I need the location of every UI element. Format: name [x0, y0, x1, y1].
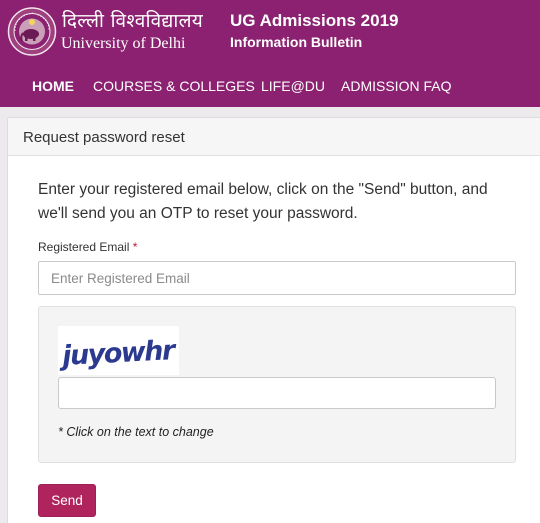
- reset-panel: Request password reset Enter your regist…: [7, 117, 540, 523]
- main-nav: HOME COURSES & COLLEGES LIFE@DU ADMISSIO…: [0, 72, 540, 100]
- nav-admission-faq[interactable]: ADMISSION FAQ: [341, 78, 451, 94]
- captcha-hint: * Click on the text to change: [58, 425, 214, 439]
- email-label-text: Registered Email: [38, 240, 130, 254]
- email-label: Registered Email *: [38, 240, 137, 254]
- page-subtitle: Information Bulletin: [230, 34, 363, 50]
- send-button[interactable]: Send: [38, 484, 96, 517]
- nav-life-at-du[interactable]: LIFE@DU: [261, 78, 325, 94]
- logo-english-text: University of Delhi: [61, 35, 186, 52]
- nav-courses-colleges[interactable]: COURSES & COLLEGES: [93, 78, 255, 94]
- captcha-box: juyowhr * Click on the text to change: [38, 306, 516, 463]
- required-marker: *: [132, 240, 138, 254]
- email-field[interactable]: [38, 261, 516, 295]
- university-seal-icon: [7, 7, 57, 56]
- panel-title: Request password reset: [23, 129, 185, 146]
- page-title: UG Admissions 2019: [230, 11, 399, 30]
- captcha-image[interactable]: juyowhr: [58, 326, 179, 375]
- site-header: दिल्ली विश्वविद्यालय University of Delhi…: [0, 0, 540, 107]
- logo-hindi-text: दिल्ली विश्वविद्यालय: [62, 10, 204, 32]
- panel-heading: Request password reset: [8, 118, 540, 156]
- intro-text: Enter your registered email below, click…: [38, 181, 488, 222]
- captcha-text: juyowhr: [58, 335, 178, 372]
- nav-home[interactable]: HOME: [32, 78, 74, 94]
- captcha-input[interactable]: [58, 377, 496, 409]
